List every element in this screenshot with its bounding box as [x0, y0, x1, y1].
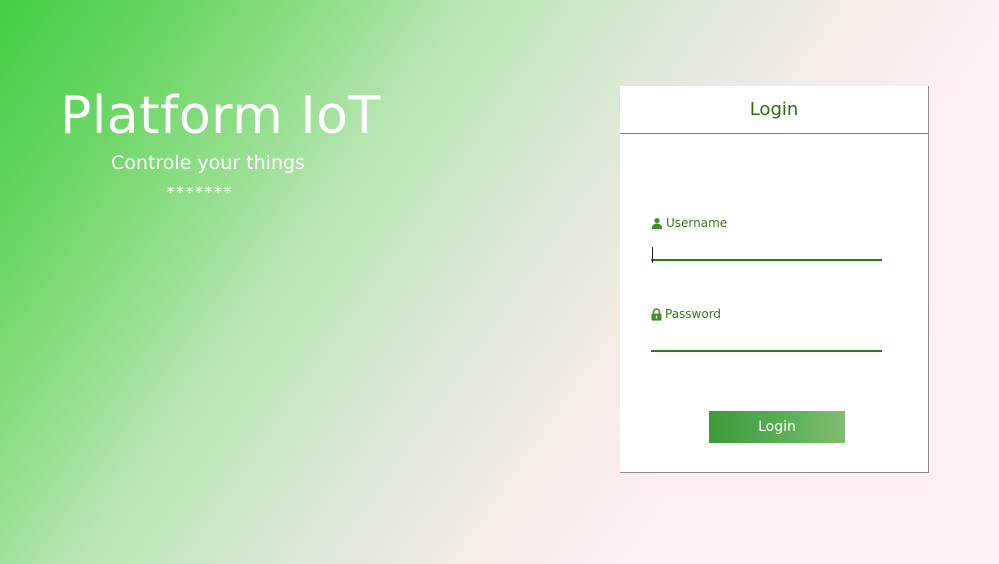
password-label-text: Password: [665, 307, 722, 321]
app-subtitle: Controle your things: [111, 152, 305, 174]
password-field-group: Password: [651, 306, 882, 352]
text-cursor: [652, 247, 653, 263]
decorative-asterisks: *******: [166, 183, 234, 201]
login-card-header: Login: [620, 86, 928, 134]
password-input[interactable]: [651, 330, 882, 352]
user-icon: [651, 218, 663, 229]
app-title: Platform IoT: [60, 86, 381, 146]
login-card-title: Login: [749, 99, 799, 120]
username-label: Username: [651, 215, 882, 231]
username-label-text: Username: [666, 216, 728, 230]
lock-icon: [651, 307, 662, 321]
username-field-group: Username: [651, 215, 882, 263]
hero: Platform IoT Controle your things ******…: [60, 84, 381, 201]
password-label: Password: [651, 306, 882, 322]
login-card: Login Username Password Login: [620, 86, 929, 473]
username-input[interactable]: [651, 239, 882, 261]
login-page-background: Platform IoT Controle your things ******…: [0, 0, 999, 564]
login-button[interactable]: Login: [709, 411, 845, 443]
